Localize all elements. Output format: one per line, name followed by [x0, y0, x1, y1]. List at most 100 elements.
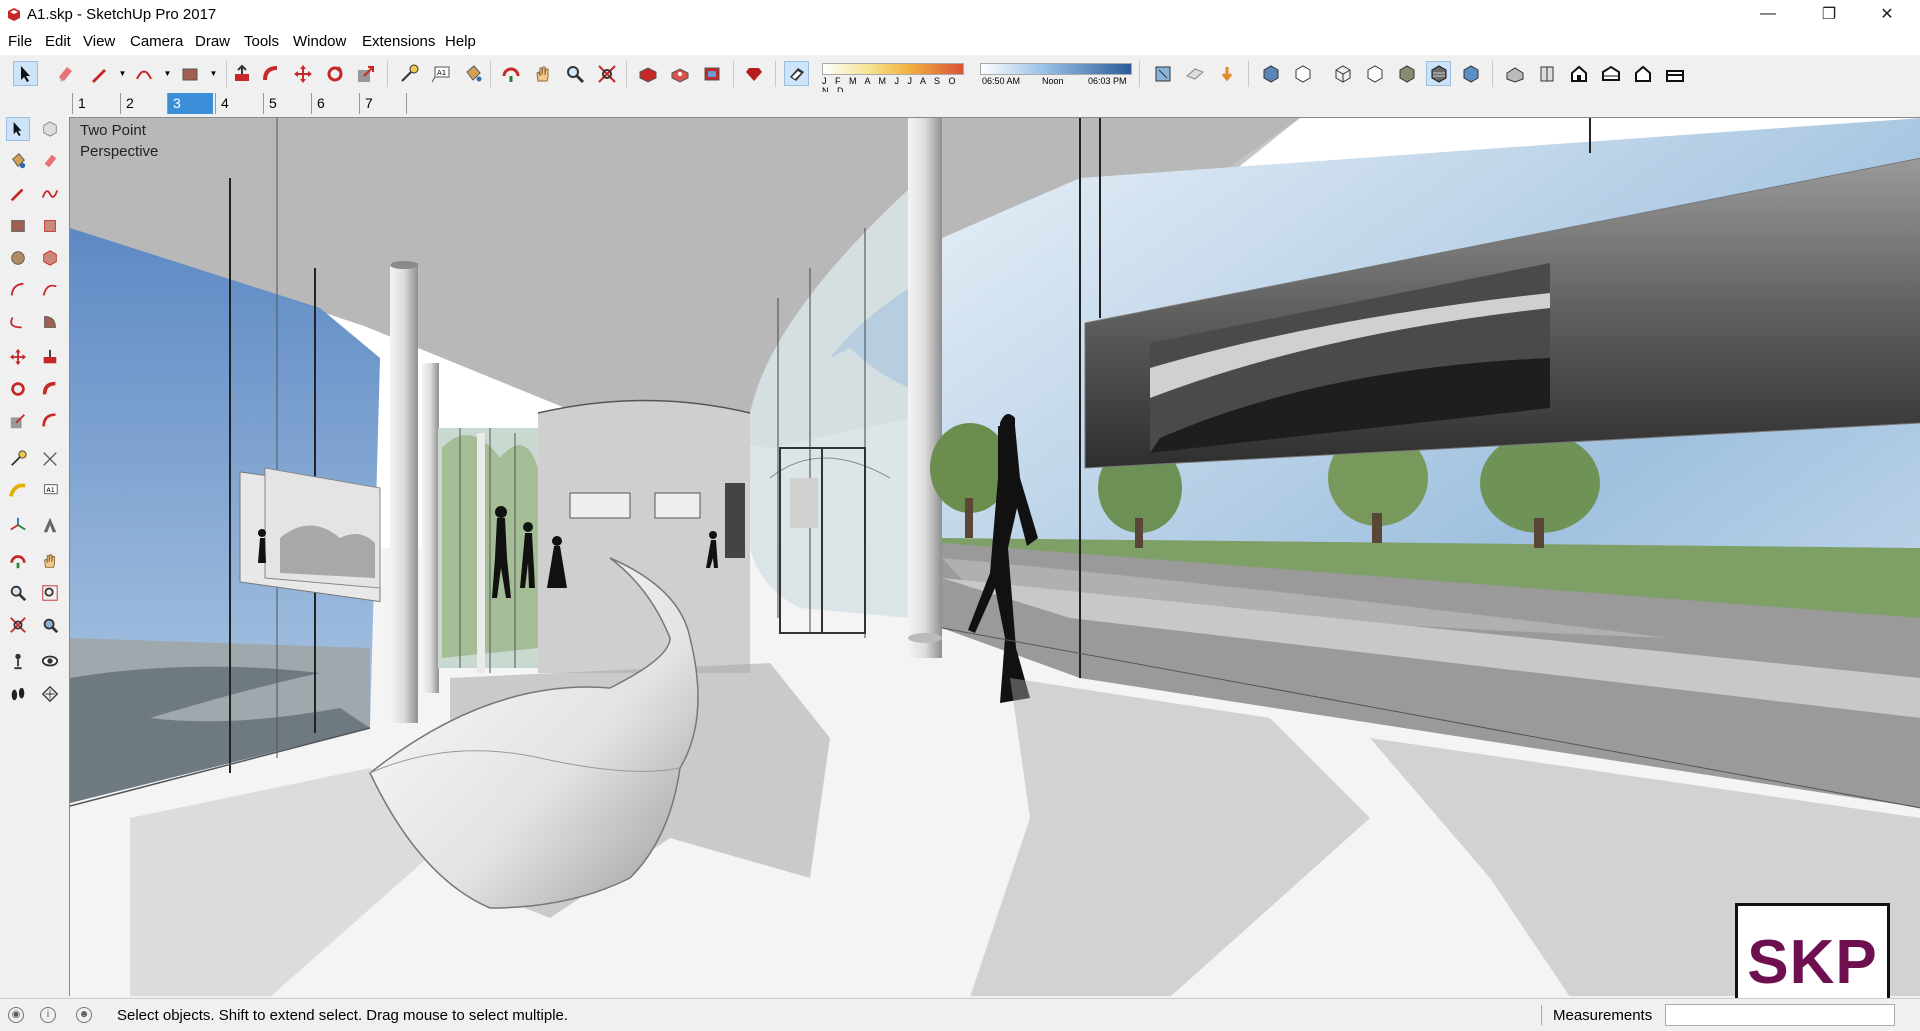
zoom-icon[interactable]: [562, 61, 587, 86]
move-icon[interactable]: [290, 61, 315, 86]
look-around-icon[interactable]: [38, 649, 62, 673]
arc-icon[interactable]: [6, 278, 30, 302]
orbit-icon[interactable]: [498, 61, 523, 86]
scene-tab-3[interactable]: 3: [167, 93, 213, 114]
menu-tools[interactable]: Tools: [244, 33, 279, 50]
select-tool-icon[interactable]: [13, 61, 38, 86]
back-edges-style-icon[interactable]: [1290, 61, 1315, 86]
eraser-icon[interactable]: [38, 149, 62, 173]
freehand-icon[interactable]: [38, 182, 62, 206]
scene-tab-4[interactable]: 4: [215, 93, 261, 114]
left-view-icon[interactable]: [1662, 61, 1687, 86]
zoom-extents-icon[interactable]: [594, 61, 619, 86]
rotate-icon[interactable]: [322, 61, 347, 86]
shadow-month-slider[interactable]: J F M A M J J A S O N D: [820, 63, 966, 96]
section-plane-icon[interactable]: [38, 682, 62, 706]
restore-icon[interactable]: ❐: [1806, 0, 1852, 28]
zoom-extents-icon[interactable]: [6, 613, 30, 637]
section-plane-icon[interactable]: [1150, 61, 1175, 86]
polygon-icon[interactable]: [38, 246, 62, 270]
hidden-line-style-icon[interactable]: [1362, 61, 1387, 86]
dimension-icon[interactable]: [38, 447, 62, 471]
scene-tab-2[interactable]: 2: [120, 93, 166, 114]
monochrome-style-icon[interactable]: [1458, 61, 1483, 86]
minimize-icon[interactable]: —: [1745, 0, 1791, 28]
menu-window[interactable]: Window: [293, 33, 346, 50]
iso-view-icon[interactable]: [1502, 61, 1527, 86]
tape-measure-icon[interactable]: [396, 61, 421, 86]
circle-icon[interactable]: [6, 246, 30, 270]
pencil-line-icon[interactable]: [86, 61, 111, 86]
menu-help[interactable]: Help: [445, 33, 476, 50]
scale-icon[interactable]: [353, 61, 378, 86]
zoom-icon[interactable]: [6, 581, 30, 605]
scene-tab-5[interactable]: 5: [263, 93, 309, 114]
menu-extensions[interactable]: Extensions: [362, 33, 435, 50]
ruby-console-icon[interactable]: [741, 61, 766, 86]
display-section-cuts-icon[interactable]: [1214, 61, 1239, 86]
shadows-toggle-icon[interactable]: [784, 61, 809, 86]
rotate-icon[interactable]: [6, 377, 30, 401]
user-account-icon[interactable]: ☻: [76, 1007, 92, 1023]
make-component-icon[interactable]: [38, 117, 62, 141]
wireframe-style-icon[interactable]: [1330, 61, 1355, 86]
menu-view[interactable]: View: [83, 33, 115, 50]
orbit-icon[interactable]: [6, 549, 30, 573]
shape-dropdown-icon[interactable]: ▼: [201, 61, 226, 86]
scale-icon[interactable]: [6, 409, 30, 433]
paint-bucket-icon[interactable]: [460, 61, 485, 86]
three-point-arc-icon[interactable]: [6, 310, 30, 334]
3d-text-icon[interactable]: [38, 513, 62, 537]
text-tool-icon[interactable]: A1: [428, 61, 453, 86]
right-view-icon[interactable]: [1598, 61, 1623, 86]
select-icon[interactable]: [6, 117, 30, 141]
axes-icon[interactable]: [6, 513, 30, 537]
push-pull-icon[interactable]: [38, 345, 62, 369]
shadow-time-slider[interactable]: 06:50 AM Noon 06:03 PM: [978, 63, 1134, 89]
protractor-icon[interactable]: [6, 479, 30, 503]
model-viewport[interactable]: Two Point Perspective: [69, 117, 1920, 996]
display-section-planes-icon[interactable]: [1182, 61, 1207, 86]
top-view-icon[interactable]: [1534, 61, 1559, 86]
3d-warehouse-icon[interactable]: [635, 61, 660, 86]
two-point-arc-icon[interactable]: [38, 278, 62, 302]
scene-tab-6[interactable]: 6: [311, 93, 357, 114]
arc-tool-icon[interactable]: [131, 61, 156, 86]
scene-tab-7[interactable]: 7: [359, 93, 405, 114]
menu-camera[interactable]: Camera: [130, 33, 183, 50]
credits-icon[interactable]: i: [40, 1007, 56, 1023]
tape-measure-icon[interactable]: [6, 447, 30, 471]
pan-hand-icon[interactable]: [530, 61, 555, 86]
paint-bucket-icon[interactable]: [6, 149, 30, 173]
menu-draw[interactable]: Draw: [195, 33, 230, 50]
rectangle-tool-icon[interactable]: [177, 61, 202, 86]
shaded-style-icon[interactable]: [1394, 61, 1419, 86]
pan-icon[interactable]: [38, 549, 62, 573]
eraser-icon[interactable]: [52, 61, 77, 86]
front-view-icon[interactable]: [1566, 61, 1591, 86]
walk-icon[interactable]: [6, 682, 30, 706]
xray-style-icon[interactable]: [1258, 61, 1283, 86]
line-icon[interactable]: [6, 182, 30, 206]
rotated-rectangle-icon[interactable]: [38, 214, 62, 238]
measurements-input[interactable]: [1665, 1004, 1895, 1026]
share-model-icon[interactable]: [667, 61, 692, 86]
previous-view-icon[interactable]: [38, 613, 62, 637]
scene-tab-1[interactable]: 1: [72, 93, 118, 114]
extension-warehouse-icon[interactable]: [699, 61, 724, 86]
rectangle-icon[interactable]: [6, 214, 30, 238]
back-view-icon[interactable]: [1630, 61, 1655, 86]
follow-me-icon[interactable]: [258, 61, 283, 86]
push-pull-icon[interactable]: [229, 61, 254, 86]
pie-icon[interactable]: [38, 310, 62, 334]
follow-me-icon[interactable]: [38, 377, 62, 401]
text-icon[interactable]: A1: [38, 479, 62, 503]
offset-icon[interactable]: [38, 409, 62, 433]
close-icon[interactable]: ✕: [1864, 0, 1910, 28]
geo-location-icon[interactable]: ◉: [8, 1007, 24, 1023]
shaded-textures-style-icon[interactable]: [1426, 61, 1451, 86]
zoom-window-icon[interactable]: [38, 581, 62, 605]
menu-file[interactable]: File: [8, 33, 32, 50]
position-camera-icon[interactable]: [6, 649, 30, 673]
move-icon[interactable]: [6, 345, 30, 369]
